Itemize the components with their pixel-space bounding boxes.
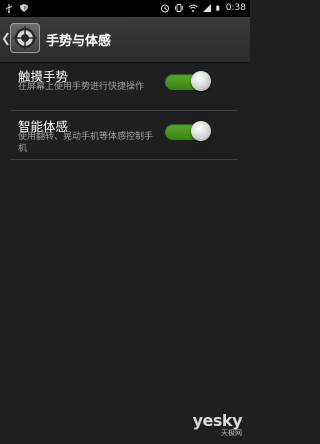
status-time: 0:38	[225, 3, 246, 13]
wifi-icon	[188, 4, 198, 12]
battery-icon	[216, 5, 220, 11]
page-title: 手势与体感	[46, 34, 112, 49]
setting-touch-gestures[interactable]: 触摸手势 在屏幕上使用手势进行快捷操作	[0, 62, 250, 108]
action-bar: 手势与体感	[0, 17, 250, 63]
alarm-icon	[160, 4, 169, 13]
watermark: yesky 天极网	[193, 411, 243, 438]
shield-icon	[20, 4, 28, 12]
toggle-knob	[191, 121, 211, 141]
compass-settings-icon[interactable]	[10, 23, 40, 53]
setting-smart-motion[interactable]: 智能体感 使用翻转、晃动手机等体感控制手机	[0, 112, 250, 158]
touch-gestures-toggle[interactable]	[165, 71, 211, 91]
vibrate-icon	[174, 4, 183, 12]
smart-motion-toggle[interactable]	[165, 121, 211, 141]
signal-icon	[202, 4, 211, 12]
divider	[10, 159, 238, 160]
status-bar: 0:38	[0, 0, 250, 17]
back-chevron-icon[interactable]	[2, 31, 10, 47]
setting-description: 在屏幕上使用手势进行快捷操作	[18, 82, 145, 92]
setting-description: 使用翻转、晃动手机等体感控制手机	[18, 132, 154, 154]
divider	[10, 110, 238, 111]
usb-icon	[5, 4, 13, 13]
toggle-knob	[191, 71, 211, 91]
